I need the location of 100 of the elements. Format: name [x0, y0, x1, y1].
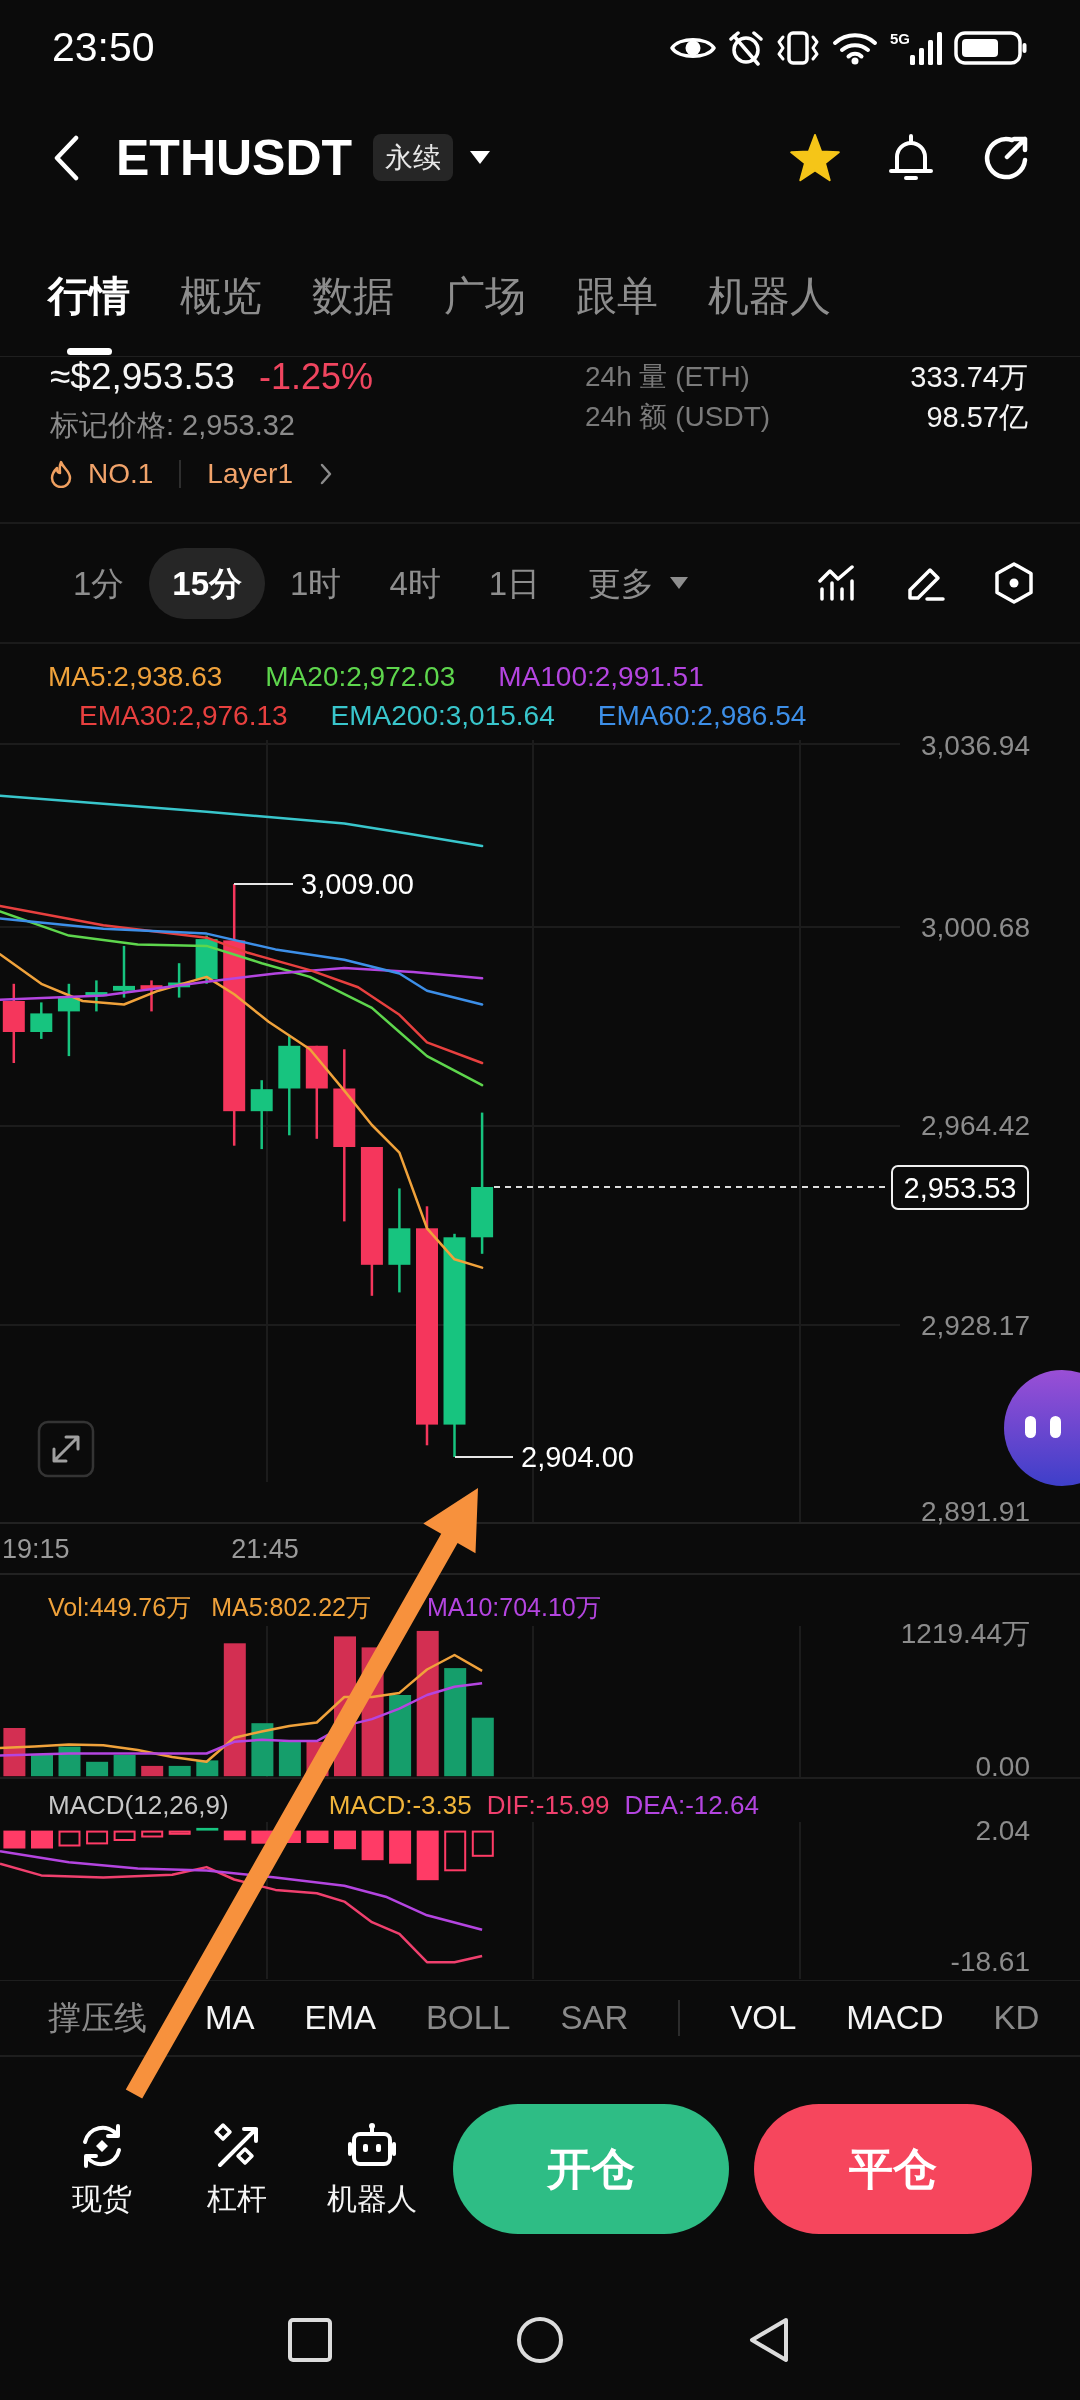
stat-value: 333.74万 — [910, 360, 1028, 394]
indicator-tab[interactable]: KD — [993, 2000, 1040, 2036]
bell-icon[interactable] — [887, 132, 935, 183]
indicator-value: MACD(12,26,9) — [48, 1790, 229, 1820]
pair-title: ETHUSDT — [116, 132, 353, 183]
page-tab[interactable]: 广场 — [444, 268, 526, 356]
rank-tag[interactable]: NO.1 — [88, 457, 154, 491]
page-tab[interactable]: 机器人 — [708, 268, 831, 356]
indicator-value: MA100:2,991.51 — [498, 660, 704, 694]
timeframe-tab[interactable]: 1日 — [465, 547, 564, 619]
indicator-tab[interactable]: MACD — [846, 2000, 944, 2036]
macd-histogram-bar — [58, 1830, 81, 1847]
signal-icon — [910, 30, 942, 65]
time-axis-label: 21:45 — [231, 1534, 299, 1564]
alarm-off-icon — [728, 29, 764, 66]
volume-bar — [168, 1765, 191, 1777]
last-price: ≈$2,953.53 — [50, 357, 235, 397]
battery-icon — [954, 30, 1028, 65]
macd-histogram-bar — [223, 1830, 246, 1841]
macd-histogram-bar — [416, 1830, 439, 1881]
wifi-icon — [832, 30, 878, 65]
macd-histogram-bar — [306, 1830, 329, 1843]
timeframe-tab[interactable]: 1分 — [50, 547, 148, 619]
more-timeframes-button[interactable]: 更多 — [565, 547, 712, 619]
macd-histogram-bar — [113, 1830, 136, 1841]
settings-icon[interactable] — [995, 562, 1033, 604]
shortcut-button[interactable]: 杠杆 — [177, 2121, 297, 2216]
price-axis-label: 2,891.91 — [921, 1495, 1030, 1527]
macd-histogram-bar — [389, 1830, 412, 1864]
macd-histogram-bar — [471, 1830, 494, 1857]
price-axis-label: 2,964.42 — [921, 1109, 1030, 1141]
flame-icon — [50, 460, 72, 488]
dropdown-caret-icon[interactable] — [470, 151, 491, 164]
indicator-tab[interactable]: BOLL — [426, 2000, 511, 2036]
line-chart-icon[interactable] — [817, 565, 855, 601]
macd-histogram-bar — [361, 1830, 384, 1861]
macd-histogram-bar — [168, 1830, 191, 1835]
contract-type-badge: 永续 — [373, 134, 454, 181]
indicator-value: MA20:2,972.03 — [265, 660, 456, 694]
volume-bar — [278, 1741, 301, 1777]
star-icon[interactable] — [789, 133, 841, 182]
stat-label: 24h 额 (USDT) — [585, 400, 771, 434]
indicator-value: MA5:2,938.63 — [48, 660, 223, 694]
time-axis-label: 19:15 — [2, 1534, 70, 1564]
macd-histogram-bar — [31, 1830, 53, 1849]
shortcut-button[interactable]: 现货 — [42, 2121, 162, 2216]
page-tab[interactable]: 概览 — [180, 268, 262, 356]
expand-icon[interactable] — [37, 1420, 95, 1478]
page-tab[interactable]: 跟单 — [576, 268, 658, 356]
volume-bar — [31, 1754, 53, 1777]
timeframe-tab[interactable]: 4时 — [366, 547, 464, 619]
volume-bar — [141, 1765, 164, 1777]
macd-histogram-bar — [86, 1830, 109, 1845]
indicator-value: Vol:449.76万 — [48, 1592, 192, 1622]
volume-bar — [251, 1723, 274, 1777]
indicator-tab[interactable]: MA — [205, 2000, 255, 2036]
volume-axis-label: 0.00 — [975, 1750, 1030, 1779]
macd-axis-label: 2.04 — [975, 1814, 1030, 1846]
assistant-bubble-icon[interactable] — [1002, 1369, 1080, 1487]
candlestick — [250, 1080, 273, 1150]
leader-line — [455, 1456, 513, 1458]
indicator-tab[interactable]: EMA — [304, 2000, 376, 2036]
back-icon[interactable] — [52, 134, 80, 181]
indicator-tab[interactable]: SAR — [560, 2000, 629, 2036]
indicator-value: MA5:802.22万 — [211, 1592, 371, 1622]
timeframe-tab[interactable]: 15分 — [149, 547, 266, 619]
high-price-label: 3,009.00 — [301, 868, 414, 900]
network-type-label: 5G — [890, 30, 910, 46]
price-axis-label: 2,928.17 — [921, 1309, 1030, 1341]
indicator-value: MA10:704.10万 — [427, 1592, 601, 1622]
candlestick — [140, 980, 163, 1012]
caret-icon — [670, 577, 689, 589]
current-price-tag: 2,953.53 — [891, 1165, 1029, 1210]
volume-bar — [86, 1761, 109, 1777]
sector-tag[interactable]: Layer1 — [207, 457, 293, 491]
close-position-button[interactable]: 平仓 — [754, 2103, 1032, 2234]
macd-histogram-bar — [444, 1830, 467, 1872]
price-axis-label: 3,000.68 — [921, 911, 1030, 943]
indicator-tab[interactable]: VOL — [730, 2000, 797, 2036]
page-tab[interactable]: 数据 — [312, 268, 394, 356]
recent-apps-icon[interactable] — [288, 2318, 332, 2362]
price-axis-label: 3,036.94 — [921, 729, 1030, 761]
price-change: -1.25% — [258, 357, 373, 397]
candlestick — [30, 1002, 53, 1039]
stat-value: 98.57亿 — [926, 400, 1028, 434]
macd-axis-label: -18.61 — [950, 1945, 1030, 1977]
macd-histogram-bar — [141, 1830, 164, 1838]
timeframe-tab[interactable]: 1时 — [267, 547, 365, 619]
back-icon[interactable] — [748, 2316, 790, 2364]
candlestick — [113, 945, 135, 998]
shortcut-button[interactable]: 机器人 — [312, 2121, 432, 2216]
mark-price: 标记价格: 2,953.32 — [50, 408, 295, 443]
indicator-tab[interactable]: 撑压线 — [48, 2000, 147, 2036]
macd-histogram-bar — [3, 1830, 26, 1849]
chevron-right-icon[interactable] — [319, 462, 333, 486]
home-icon[interactable] — [516, 2316, 564, 2364]
low-price-label: 2,904.00 — [521, 1441, 634, 1473]
page-tab[interactable]: 行情 — [48, 268, 130, 356]
indicator-value: EMA30:2,976.13 — [79, 699, 288, 733]
candlestick — [195, 935, 218, 984]
